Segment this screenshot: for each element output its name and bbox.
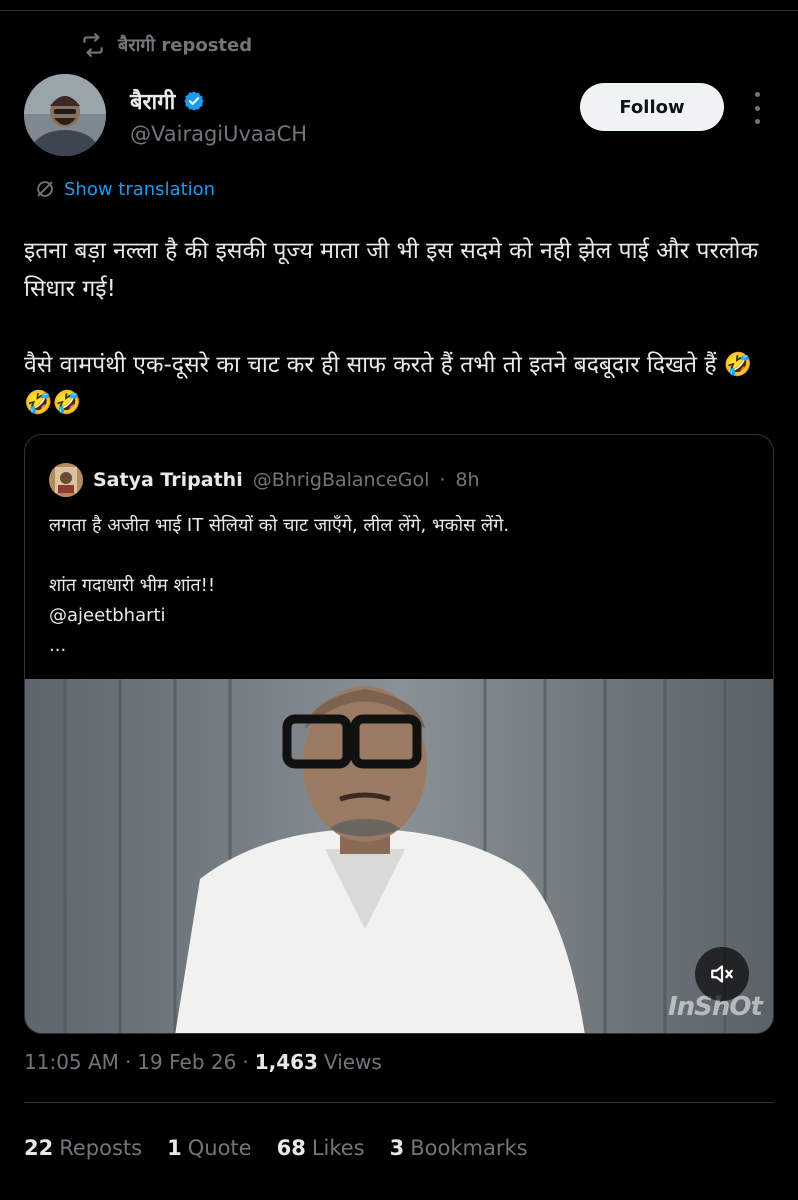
more-icon[interactable] bbox=[745, 92, 769, 124]
tweet-date[interactable]: 19 Feb 26 bbox=[137, 1050, 236, 1074]
author-name[interactable]: बैरागी bbox=[130, 86, 175, 116]
mute-icon bbox=[711, 965, 733, 983]
author-handle[interactable]: @VairagiUvaaCH bbox=[130, 122, 307, 146]
bookmarks-stat[interactable]: 3 Bookmarks bbox=[390, 1136, 528, 1160]
translate-icon bbox=[37, 181, 53, 197]
quoted-video[interactable]: InShOt bbox=[25, 679, 773, 1033]
show-translation-link[interactable]: Show translation bbox=[34, 178, 215, 200]
mute-button[interactable] bbox=[695, 947, 749, 1001]
quoted-line-1: लगता है अजीत भाई IT सेलियों को चाट जाएँग… bbox=[49, 515, 510, 536]
quoted-line-2: शांत गदाधारी भीम शांत!! bbox=[49, 575, 216, 596]
quoted-author-handle[interactable]: @BhrigBalanceGol bbox=[253, 469, 430, 491]
tweet-body: इतना बड़ा नल्ला है की इसकी पूज्य माता जी… bbox=[24, 232, 774, 422]
reposts-count: 22 bbox=[24, 1136, 54, 1160]
tweet-paragraph-2: वैसे वामपंथी एक-दूसरे का चाट कर ही साफ क… bbox=[24, 352, 753, 416]
meta-separator-1: · bbox=[124, 1050, 132, 1074]
likes-count: 68 bbox=[276, 1136, 306, 1160]
video-frame bbox=[25, 679, 773, 1033]
follow-button[interactable]: Follow bbox=[580, 83, 724, 131]
quoted-tweet-header: Satya Tripathi @BhrigBalanceGol · 8h bbox=[49, 463, 480, 497]
quoted-author-avatar[interactable] bbox=[49, 463, 83, 497]
quotes-stat[interactable]: 1 Quote bbox=[167, 1136, 251, 1160]
quoted-tweet[interactable]: Satya Tripathi @BhrigBalanceGol · 8h लगत… bbox=[24, 434, 774, 1034]
meta-separator-2: · bbox=[242, 1050, 249, 1074]
top-divider bbox=[0, 10, 798, 11]
tweet-paragraph-1: इतना बड़ा नल्ला है की इसकी पूज्य माता जी… bbox=[24, 238, 759, 302]
bookmarks-count: 3 bbox=[389, 1136, 405, 1160]
views-label: Views bbox=[323, 1050, 382, 1074]
engagement-stats: 22 Reposts 1 Quote 68 Likes 3 Bookmarks bbox=[24, 1136, 528, 1160]
likes-label: Likes bbox=[311, 1136, 365, 1160]
verified-badge-icon bbox=[184, 91, 204, 111]
quoted-ellipsis: ... bbox=[49, 635, 67, 656]
quoted-timestamp[interactable]: 8h bbox=[455, 469, 479, 491]
stats-divider bbox=[24, 1102, 774, 1103]
quoted-separator: · bbox=[439, 469, 446, 491]
author-avatar[interactable] bbox=[24, 74, 106, 156]
reposts-stat[interactable]: 22 Reposts bbox=[24, 1136, 142, 1160]
likes-stat[interactable]: 68 Likes bbox=[277, 1136, 365, 1160]
reposts-label: Reposts bbox=[59, 1136, 143, 1160]
repost-icon bbox=[83, 33, 103, 57]
quoted-mention[interactable]: @ajeetbharti bbox=[49, 601, 749, 631]
repost-indicator[interactable]: बैरागी reposted bbox=[80, 32, 252, 58]
quoted-tweet-body: लगता है अजीत भाई IT सेलियों को चाट जाएँग… bbox=[49, 511, 749, 661]
views-count: 1,463 bbox=[254, 1050, 318, 1074]
repost-label: बैरागी reposted bbox=[118, 35, 253, 56]
tweet-meta: 11:05 AM · 19 Feb 26 · 1,463 Views bbox=[24, 1050, 382, 1074]
quotes-count: 1 bbox=[167, 1136, 182, 1160]
tweet-time[interactable]: 11:05 AM bbox=[24, 1050, 119, 1074]
author-info: बैरागी @VairagiUvaaCH bbox=[130, 86, 307, 146]
bookmarks-label: Bookmarks bbox=[410, 1136, 528, 1160]
show-translation-label: Show translation bbox=[64, 178, 216, 200]
quotes-label: Quote bbox=[187, 1136, 252, 1160]
quoted-author-name[interactable]: Satya Tripathi bbox=[93, 469, 243, 491]
